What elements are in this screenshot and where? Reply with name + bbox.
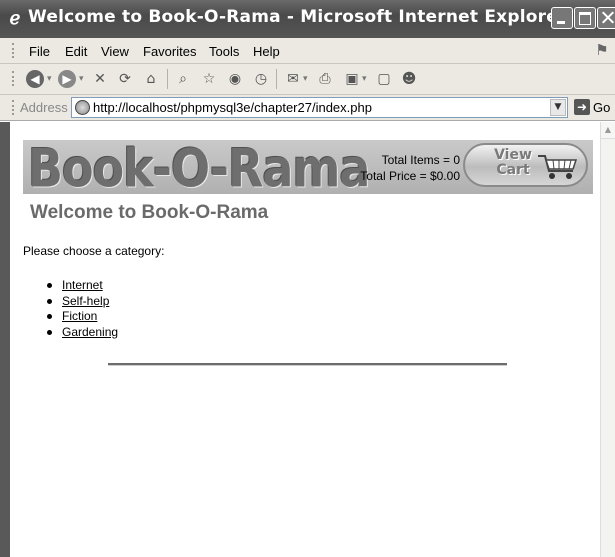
bullet-icon bbox=[47, 298, 52, 304]
forward-icon[interactable]: ▶ bbox=[58, 70, 76, 88]
standard-toolbar: ◀ ▾ ▶ ▾ ✕ ⟳ ⌂ ⌕ ☆ ◉ ◷ ✉ ▾ ⎙ ▣ ▾ ▢ ☻ bbox=[0, 64, 615, 95]
scroll-up-icon[interactable]: ▲ bbox=[601, 122, 615, 139]
mail-dropdown-icon[interactable]: ▾ bbox=[303, 69, 308, 89]
page-title: Welcome to Book-O-Rama bbox=[30, 202, 269, 223]
category-list: Internet Self-help Fiction Gardening bbox=[23, 278, 118, 340]
address-bar: Address http://localhost/phpmysql3e/chap… bbox=[0, 95, 615, 121]
list-item: Fiction bbox=[23, 309, 118, 325]
bullet-icon bbox=[47, 329, 52, 335]
total-price: Total Price = $0.00 bbox=[360, 169, 460, 183]
address-dropdown-icon[interactable]: ▼ bbox=[550, 99, 566, 116]
toolbar-grip[interactable] bbox=[12, 71, 16, 86]
cart-totals: Total Items = 0 Total Price = $0.00 bbox=[360, 152, 460, 184]
close-button[interactable] bbox=[597, 7, 615, 29]
address-input[interactable]: http://localhost/phpmysql3e/chapter27/in… bbox=[71, 97, 568, 118]
window-title: Welcome to Book-O-Rama - Microsoft Inter… bbox=[28, 7, 567, 27]
shopping-cart-icon bbox=[538, 155, 578, 179]
list-item: Gardening bbox=[23, 325, 118, 341]
horizontal-rule bbox=[108, 363, 507, 366]
view-cart-label-line2: Cart bbox=[496, 162, 530, 178]
total-items: Total Items = 0 bbox=[381, 153, 460, 167]
category-link-gardening[interactable]: Gardening bbox=[62, 325, 118, 339]
menu-view[interactable]: View bbox=[101, 44, 129, 59]
windows-flag-icon: ⚑ bbox=[595, 41, 609, 59]
page-content: Book-O-Rama Total Items = 0 Total Price … bbox=[10, 122, 600, 557]
menu-bar: File Edit View Favorites Tools Help ⚑ bbox=[0, 38, 615, 64]
view-cart-label: View Cart bbox=[491, 148, 535, 178]
go-arrow-icon[interactable]: ➜ bbox=[574, 99, 590, 115]
discuss-icon[interactable]: ▢ bbox=[375, 69, 393, 89]
browser-window: ℯ Welcome to Book-O-Rama - Microsoft Int… bbox=[0, 0, 615, 557]
forward-dropdown-icon[interactable]: ▾ bbox=[79, 69, 84, 89]
addressbar-grip[interactable] bbox=[12, 100, 16, 115]
maximize-button[interactable] bbox=[574, 7, 596, 29]
menu-favorites[interactable]: Favorites bbox=[143, 44, 196, 59]
menu-help[interactable]: Help bbox=[253, 44, 280, 59]
category-link-self-help[interactable]: Self-help bbox=[62, 294, 109, 308]
window-frame-left bbox=[0, 122, 10, 557]
menubar-grip[interactable] bbox=[12, 43, 16, 58]
toolbar-separator bbox=[276, 69, 277, 89]
home-icon[interactable]: ⌂ bbox=[142, 69, 160, 89]
site-logo: Book-O-Rama bbox=[28, 137, 370, 200]
view-cart-button[interactable]: View Cart bbox=[463, 143, 588, 187]
search-icon[interactable]: ⌕ bbox=[174, 69, 192, 89]
history-icon[interactable]: ◷ bbox=[252, 69, 270, 89]
address-url[interactable]: http://localhost/phpmysql3e/chapter27/in… bbox=[93, 100, 372, 115]
ie-logo-icon: ℯ bbox=[9, 8, 21, 28]
address-label: Address bbox=[20, 100, 68, 115]
menu-file[interactable]: File bbox=[29, 44, 50, 59]
messenger-icon[interactable]: ☻ bbox=[400, 69, 418, 89]
page-icon bbox=[75, 100, 90, 115]
menu-edit[interactable]: Edit bbox=[65, 44, 87, 59]
category-link-internet[interactable]: Internet bbox=[62, 278, 103, 292]
toolbar-separator bbox=[167, 69, 168, 89]
favorites-icon[interactable]: ☆ bbox=[200, 69, 218, 89]
back-dropdown-icon[interactable]: ▾ bbox=[47, 69, 52, 89]
list-item: Self-help bbox=[23, 294, 118, 310]
go-button[interactable]: Go bbox=[593, 100, 610, 115]
bullet-icon bbox=[47, 314, 52, 319]
minimize-button[interactable] bbox=[551, 7, 573, 29]
banner: Book-O-Rama Total Items = 0 Total Price … bbox=[23, 137, 593, 199]
title-bar[interactable]: ℯ Welcome to Book-O-Rama - Microsoft Int… bbox=[0, 0, 615, 38]
menu-tools[interactable]: Tools bbox=[209, 44, 239, 59]
stop-icon[interactable]: ✕ bbox=[92, 69, 108, 89]
mail-icon[interactable]: ✉ bbox=[284, 69, 302, 89]
refresh-icon[interactable]: ⟳ bbox=[117, 69, 133, 89]
list-item: Internet bbox=[23, 278, 118, 294]
category-link-fiction[interactable]: Fiction bbox=[62, 309, 97, 323]
print-icon[interactable]: ⎙ bbox=[316, 69, 334, 89]
view-cart-label-line1: View bbox=[494, 147, 532, 163]
category-prompt: Please choose a category: bbox=[23, 244, 165, 258]
vertical-scrollbar[interactable]: ▲ bbox=[600, 122, 615, 557]
media-icon[interactable]: ◉ bbox=[226, 69, 244, 89]
edit-icon[interactable]: ▣ bbox=[343, 69, 361, 89]
edit-dropdown-icon[interactable]: ▾ bbox=[362, 69, 367, 89]
bullet-icon bbox=[47, 283, 52, 288]
back-icon[interactable]: ◀ bbox=[26, 70, 44, 88]
